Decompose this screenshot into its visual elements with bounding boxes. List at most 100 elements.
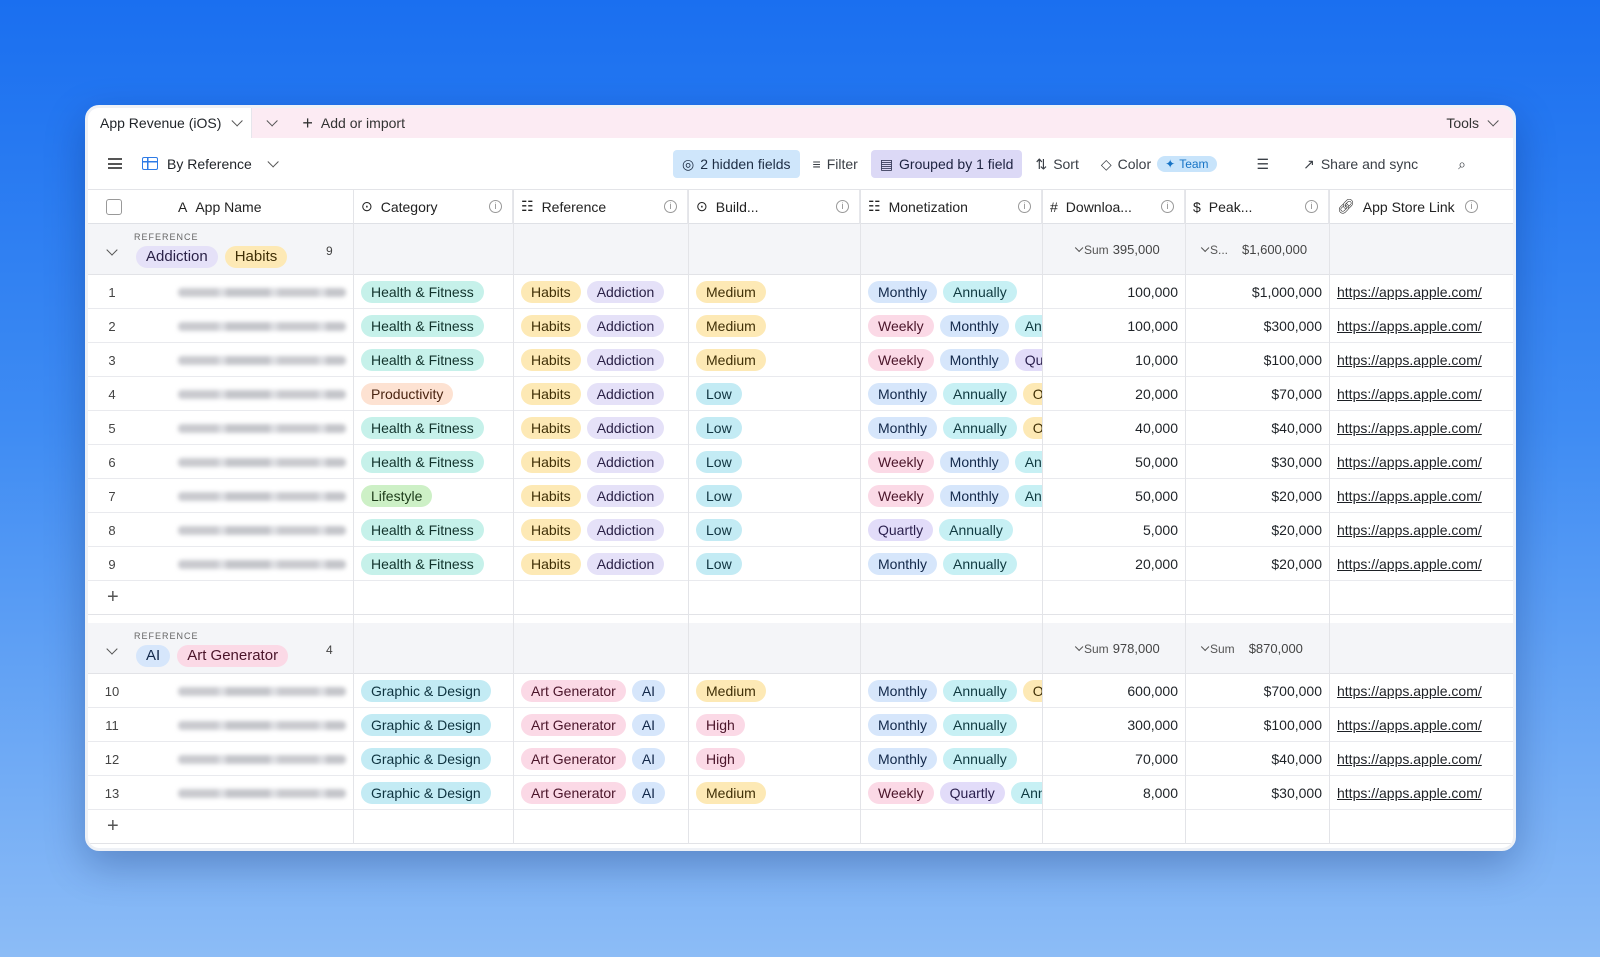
app-store-link[interactable]: https://apps.apple.com/: [1337, 717, 1482, 733]
peak-cell[interactable]: $300,000: [1185, 309, 1329, 343]
peak-sum[interactable]: Sum $870,000: [1200, 641, 1303, 656]
info-icon[interactable]: i: [1018, 200, 1031, 213]
table-row[interactable]: 2 Health & Fitness Habits Addiction Medium We…: [88, 309, 1513, 343]
reference-cell[interactable]: Habits Addiction: [513, 547, 688, 581]
view-switcher[interactable]: By Reference: [142, 156, 279, 172]
reference-cell[interactable]: Art Generator AI: [513, 742, 688, 776]
build-cell[interactable]: Low: [688, 411, 860, 445]
link-cell[interactable]: https://apps.apple.com/: [1329, 674, 1489, 708]
downloads-cell[interactable]: 300,000: [1042, 708, 1185, 742]
chevron-down-icon[interactable]: [106, 643, 118, 655]
table-row[interactable]: 13 Graphic & Design Art Generator AI Medium W…: [88, 776, 1513, 810]
group-button[interactable]: ▤ Grouped by 1 field: [870, 150, 1023, 178]
reference-cell[interactable]: Habits Addiction: [513, 479, 688, 513]
chevron-down-icon[interactable]: [231, 115, 244, 127]
app-store-link[interactable]: https://apps.apple.com/: [1337, 488, 1482, 504]
reference-cell[interactable]: Habits Addiction: [513, 309, 688, 343]
info-icon[interactable]: i: [1465, 200, 1478, 213]
app-name-redacted[interactable]: [178, 390, 346, 399]
app-name-redacted[interactable]: [178, 322, 346, 331]
reference-cell[interactable]: Habits Addiction: [513, 275, 688, 309]
monetization-cell[interactable]: Monthly Annually: [860, 275, 1042, 309]
reference-cell[interactable]: Habits Addiction: [513, 343, 688, 377]
link-cell[interactable]: https://apps.apple.com/: [1329, 776, 1489, 810]
category-cell[interactable]: Graphic & Design: [353, 776, 513, 810]
build-cell[interactable]: High: [688, 708, 860, 742]
link-cell[interactable]: https://apps.apple.com/: [1329, 547, 1489, 581]
peak-cell[interactable]: $30,000: [1185, 445, 1329, 479]
table-row[interactable]: 8 Health & Fitness Habits Addiction Low Quart…: [88, 513, 1513, 547]
downloads-sum[interactable]: Sum 978,000: [1074, 641, 1160, 656]
app-name-redacted[interactable]: [178, 288, 346, 297]
app-store-link[interactable]: https://apps.apple.com/: [1337, 284, 1482, 300]
monetization-cell[interactable]: Weekly Monthly Qu: [860, 343, 1042, 377]
table-row[interactable]: 11 Graphic & Design Art Generator AI High Mon…: [88, 708, 1513, 742]
tools-menu[interactable]: Tools: [1446, 108, 1499, 138]
category-cell[interactable]: Health & Fitness: [353, 445, 513, 479]
downloads-cell[interactable]: 70,000: [1042, 742, 1185, 776]
peak-sum[interactable]: S... $1,600,000: [1200, 242, 1307, 257]
row-height-button[interactable]: ☰: [1248, 150, 1279, 178]
monetization-cell[interactable]: Monthly Annually: [860, 708, 1042, 742]
plus-icon[interactable]: +: [107, 586, 119, 609]
reference-cell[interactable]: Habits Addiction: [513, 445, 688, 479]
info-icon[interactable]: i: [1305, 200, 1318, 213]
tables-menu[interactable]: [252, 115, 288, 127]
app-store-link[interactable]: https://apps.apple.com/: [1337, 454, 1482, 470]
group-header[interactable]: REFERENCE Addiction Habits 9 Sum 395,000 S... $…: [88, 224, 1513, 275]
monetization-cell[interactable]: MonthlyAnnuallyO: [860, 377, 1042, 411]
app-store-link[interactable]: https://apps.apple.com/: [1337, 352, 1482, 368]
link-cell[interactable]: https://apps.apple.com/: [1329, 377, 1489, 411]
link-cell[interactable]: https://apps.apple.com/: [1329, 411, 1489, 445]
monetization-cell[interactable]: MonthlyAnnuallyO: [860, 411, 1042, 445]
app-store-link[interactable]: https://apps.apple.com/: [1337, 751, 1482, 767]
link-cell[interactable]: https://apps.apple.com/: [1329, 742, 1489, 776]
color-button[interactable]: ◇ Color ✦ Team: [1092, 150, 1226, 178]
reference-cell[interactable]: Art Generator AI: [513, 708, 688, 742]
app-name-redacted[interactable]: [178, 424, 346, 433]
app-name-redacted[interactable]: [178, 755, 346, 764]
link-cell[interactable]: https://apps.apple.com/: [1329, 275, 1489, 309]
monetization-cell[interactable]: WeeklyMonthlyAnı: [860, 445, 1042, 479]
link-cell[interactable]: https://apps.apple.com/: [1329, 708, 1489, 742]
build-cell[interactable]: Medium: [688, 776, 860, 810]
downloads-cell[interactable]: 50,000: [1042, 445, 1185, 479]
link-cell[interactable]: https://apps.apple.com/: [1329, 343, 1489, 377]
header-category[interactable]: ⊙ Category i: [353, 190, 513, 224]
peak-cell[interactable]: $40,000: [1185, 411, 1329, 445]
downloads-cell[interactable]: 40,000: [1042, 411, 1185, 445]
chevron-down-icon[interactable]: [106, 244, 118, 256]
filter-button[interactable]: ≡ Filter: [804, 150, 867, 178]
downloads-cell[interactable]: 20,000: [1042, 547, 1185, 581]
plus-icon[interactable]: +: [107, 815, 119, 838]
app-name-redacted[interactable]: [178, 789, 346, 798]
build-cell[interactable]: Low: [688, 513, 860, 547]
monetization-cell[interactable]: Monthly Annually: [860, 547, 1042, 581]
header-downloads[interactable]: # Downloa... i: [1042, 190, 1185, 224]
peak-cell[interactable]: $30,000: [1185, 776, 1329, 810]
table-row[interactable]: 3 Health & Fitness Habits Addiction Medium We…: [88, 343, 1513, 377]
monetization-cell[interactable]: WeeklyMonthlyAnı: [860, 309, 1042, 343]
category-cell[interactable]: Productivity: [353, 377, 513, 411]
reference-cell[interactable]: Habits Addiction: [513, 411, 688, 445]
build-cell[interactable]: Medium: [688, 343, 860, 377]
header-monetization[interactable]: ☷ Monetization i: [860, 190, 1042, 224]
add-record-row[interactable]: +: [88, 581, 1513, 615]
link-cell[interactable]: https://apps.apple.com/: [1329, 309, 1489, 343]
menu-icon[interactable]: [108, 158, 122, 169]
app-name-redacted[interactable]: [178, 356, 346, 365]
reference-cell[interactable]: Habits Addiction: [513, 377, 688, 411]
category-cell[interactable]: Health & Fitness: [353, 343, 513, 377]
app-store-link[interactable]: https://apps.apple.com/: [1337, 420, 1482, 436]
app-name-redacted[interactable]: [178, 458, 346, 467]
downloads-cell[interactable]: 50,000: [1042, 479, 1185, 513]
downloads-cell[interactable]: 100,000: [1042, 309, 1185, 343]
select-all-checkbox[interactable]: [106, 199, 122, 215]
add-or-import-button[interactable]: + Add or import: [288, 113, 419, 134]
monetization-cell[interactable]: Quartly Annually: [860, 513, 1042, 547]
peak-cell[interactable]: $20,000: [1185, 547, 1329, 581]
reference-cell[interactable]: Art Generator AI: [513, 776, 688, 810]
monetization-cell[interactable]: WeeklyMonthlyAnı: [860, 479, 1042, 513]
downloads-cell[interactable]: 20,000: [1042, 377, 1185, 411]
table-row[interactable]: 12 Graphic & Design Art Generator AI High Mon…: [88, 742, 1513, 776]
